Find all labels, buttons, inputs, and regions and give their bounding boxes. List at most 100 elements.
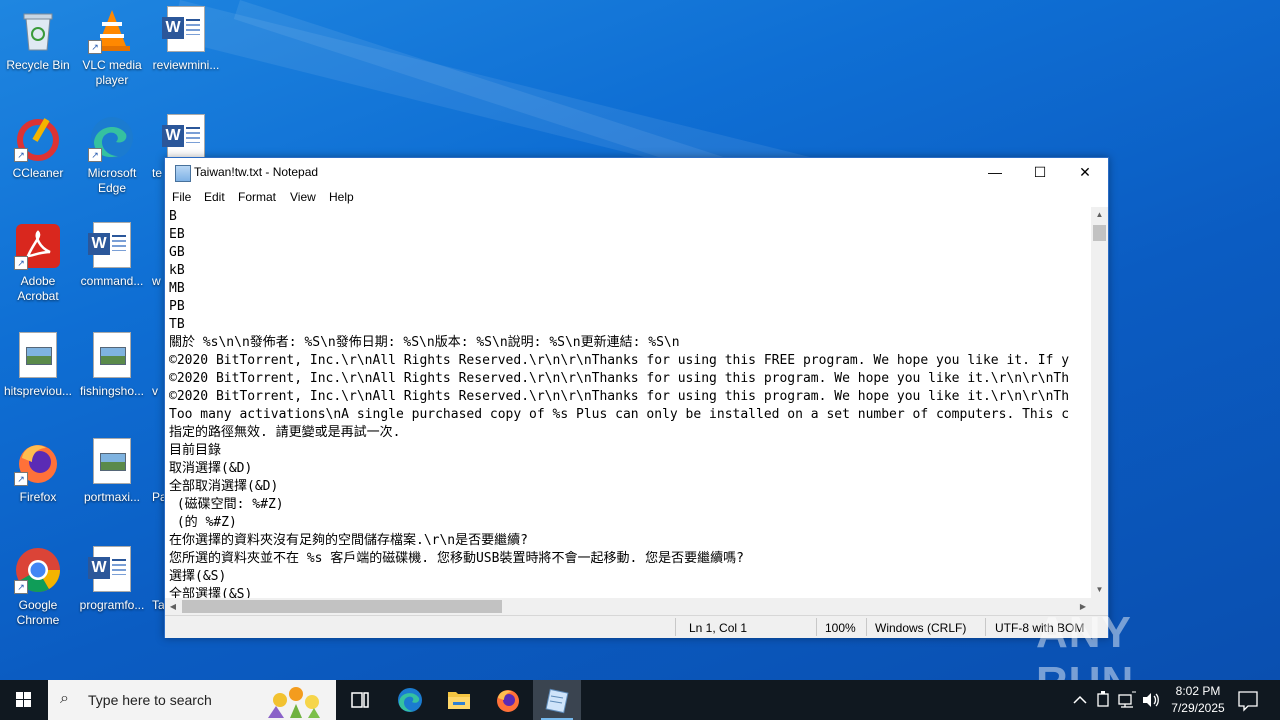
taskbar-firefox[interactable]	[484, 680, 532, 720]
word-doc-icon: W	[88, 546, 136, 594]
scroll-left-icon[interactable]: ◀	[165, 598, 181, 615]
search-icon: ⌕	[60, 690, 69, 707]
desktop-icon-hitspreviou[interactable]: hitspreviou...	[0, 326, 76, 399]
image-doc-icon	[14, 332, 62, 380]
menu-bar: File Edit Format View Help	[165, 187, 1108, 207]
close-button[interactable]: ✕	[1062, 158, 1108, 187]
volume-icon	[1143, 693, 1159, 707]
taskbar: ⌕ Type here to search 8:02 PM 7/29/2025	[0, 680, 1280, 720]
desktop-icon-label: Adobe Acrobat	[17, 274, 59, 303]
desktop-icon-google-chrome[interactable]: ↗ Google Chrome	[0, 540, 76, 628]
text-line: ©2020 BitTorrent, Inc.\r\nAll Rights Res…	[169, 371, 1070, 386]
text-line: (的 %#Z)	[169, 515, 237, 530]
menu-file[interactable]: File	[172, 190, 191, 204]
taskbar-file-explorer[interactable]	[435, 680, 483, 720]
show-hidden-icons-button[interactable]	[1070, 680, 1090, 720]
clock-date: 7/29/2025	[1171, 701, 1225, 715]
text-line: (磁碟空間: %#Z)	[169, 497, 284, 512]
acrobat-icon: ↗	[14, 222, 62, 270]
text-line: ©2020 BitTorrent, Inc.\r\nAll Rights Res…	[169, 353, 1070, 368]
chrome-icon: ↗	[14, 546, 62, 594]
search-highlight-flowers-icon	[268, 687, 320, 718]
task-view-button[interactable]	[336, 680, 384, 720]
text-line: PB	[169, 299, 185, 314]
text-line: 取消選擇(&D)	[169, 461, 253, 476]
text-line: EB	[169, 227, 185, 242]
taskbar-search-box[interactable]: ⌕ Type here to search	[48, 680, 336, 720]
desktop-icon-programfo[interactable]: W programfo...	[74, 540, 150, 613]
horizontal-scroll-thumb[interactable]	[182, 600, 502, 613]
menu-help[interactable]: Help	[329, 190, 354, 204]
shortcut-arrow-icon: ↗	[14, 148, 28, 162]
horizontal-scrollbar[interactable]: ◀ ▶	[165, 598, 1091, 615]
search-placeholder: Type here to search	[88, 692, 212, 708]
text-line: 在你選擇的資料夾沒有足夠的空間儲存檔案.\r\n是否要繼續?	[169, 533, 528, 548]
status-divider	[816, 618, 817, 636]
window-title: Taiwan!tw.txt - Notepad	[194, 165, 319, 179]
tray-volume[interactable]	[1140, 680, 1162, 720]
notepad-icon	[175, 165, 191, 182]
desktop-icon-firefox[interactable]: ↗ Firefox	[0, 432, 76, 505]
desktop-icon-label: VLC media player	[82, 58, 142, 87]
desktop-icon-label: programfo...	[79, 598, 145, 612]
desktop-icon-command[interactable]: W command...	[74, 216, 150, 289]
taskbar-clock[interactable]: 8:02 PM 7/29/2025	[1160, 683, 1236, 717]
desktop-icon-adobe-acrobat[interactable]: ↗ Adobe Acrobat	[0, 216, 76, 304]
task-view-icon	[351, 692, 369, 708]
desktop-icon-reviewmini[interactable]: W reviewmini...	[148, 0, 224, 73]
file-explorer-icon	[448, 692, 470, 709]
desktop-icon-fishingsho[interactable]: fishingsho...	[74, 326, 150, 399]
shortcut-arrow-icon: ↗	[14, 256, 28, 270]
edge-icon: ↗	[88, 114, 136, 162]
tray-network[interactable]	[1116, 680, 1138, 720]
taskbar-notepad[interactable]	[533, 680, 581, 720]
desktop-icon-vlc[interactable]: ↗ VLC media player	[74, 0, 150, 88]
desktop-icon-recycle-bin[interactable]: Recycle Bin	[0, 0, 76, 73]
desktop: Recycle Bin ↗ CCleaner ↗ Adobe Acrobat h…	[0, 0, 1280, 680]
device-icon	[1097, 691, 1109, 707]
vertical-scrollbar[interactable]: ▲ ▼	[1091, 207, 1108, 598]
menu-view[interactable]: View	[290, 190, 316, 204]
desktop-icon-label: reviewmini...	[152, 58, 220, 72]
text-line: 指定的路徑無效. 請更變或是再試一次.	[169, 425, 401, 440]
vlc-icon: ↗	[88, 6, 136, 54]
firefox-icon: ↗	[14, 438, 62, 486]
status-divider	[866, 618, 867, 636]
image-doc-icon	[88, 438, 136, 486]
text-line: GB	[169, 245, 185, 260]
notepad-window[interactable]: Taiwan!tw.txt - Notepad — ☐ ✕ File Edit …	[164, 157, 1109, 638]
text-line: 目前目錄	[169, 443, 222, 458]
start-button[interactable]	[0, 680, 48, 720]
desktop-icon-portmaxi[interactable]: portmaxi...	[74, 432, 150, 505]
chevron-up-icon	[1073, 695, 1087, 704]
desktop-icon-microsoft-edge[interactable]: ↗ Microsoft Edge	[74, 108, 150, 196]
text-editor[interactable]: B EB GB kB MB PB TB 關於 %s\n\n發佈者: %S\n發佈…	[165, 207, 1091, 598]
status-line-endings: Windows (CRLF)	[875, 621, 967, 635]
menu-edit[interactable]: Edit	[204, 190, 225, 204]
status-bar: Ln 1, Col 1 100% Windows (CRLF) UTF-8 wi…	[165, 615, 1108, 638]
anyrun-watermark: ANY RUN	[1036, 608, 1133, 680]
tray-device[interactable]	[1092, 680, 1114, 720]
text-line: TB	[169, 317, 185, 332]
desktop-icon-label: CCleaner	[12, 166, 64, 180]
status-cursor-position: Ln 1, Col 1	[689, 621, 748, 635]
title-bar[interactable]: Taiwan!tw.txt - Notepad — ☐ ✕	[165, 158, 1108, 187]
shortcut-arrow-icon: ↗	[14, 580, 28, 594]
desktop-icon-ccleaner[interactable]: ↗ CCleaner	[0, 108, 76, 181]
text-line: ©2020 BitTorrent, Inc.\r\nAll Rights Res…	[169, 389, 1070, 404]
scroll-down-icon[interactable]: ▼	[1091, 582, 1108, 598]
image-doc-icon	[88, 332, 136, 380]
text-line: Too many activations\nA single purchased…	[169, 407, 1070, 422]
scroll-up-icon[interactable]: ▲	[1091, 207, 1108, 223]
desktop-icon-label: Firefox	[19, 490, 57, 504]
desktop-icon-label: Recycle Bin	[6, 58, 70, 72]
action-center-button[interactable]	[1232, 680, 1264, 720]
vertical-scroll-thumb[interactable]	[1093, 225, 1106, 241]
taskbar-edge[interactable]	[386, 680, 434, 720]
minimize-button[interactable]: —	[972, 158, 1018, 187]
firefox-icon	[497, 690, 519, 712]
text-line: kB	[169, 263, 185, 278]
word-doc-icon: W	[162, 6, 210, 54]
menu-format[interactable]: Format	[238, 190, 276, 204]
maximize-button[interactable]: ☐	[1017, 158, 1063, 187]
